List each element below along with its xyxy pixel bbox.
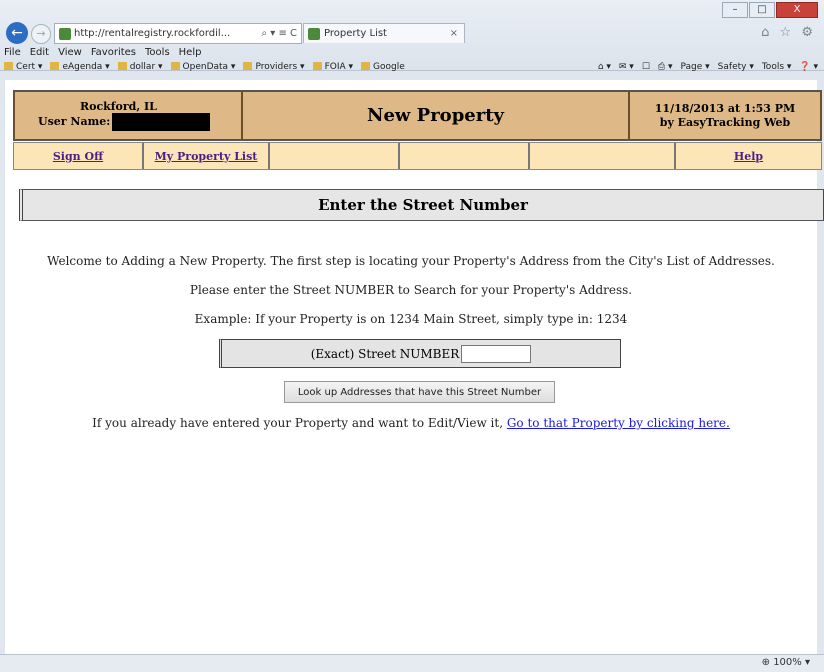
city-name: Rockford, IL (80, 100, 157, 113)
print-icon[interactable]: ⎙ ▾ (658, 62, 673, 72)
address-bar[interactable]: http://rentalregistry.rockfordil... ⌕ ▾ … (54, 23, 302, 44)
page-title-cell: New Property (242, 91, 629, 140)
forward-arrow-icon[interactable]: → (31, 24, 51, 44)
nav-cell-empty (270, 143, 400, 169)
safety-menu[interactable]: Safety ▾ (718, 62, 754, 72)
section-header: Enter the Street Number (19, 189, 824, 221)
redacted-user-name (112, 113, 211, 131)
favorite-item[interactable]: eAgenda ▾ (50, 62, 109, 72)
menu-favorites[interactable]: Favorites (91, 47, 136, 58)
tab-page-icon (308, 27, 320, 40)
provider-label: by EasyTracking Web (659, 115, 791, 129)
favorite-item[interactable]: Google (361, 62, 405, 72)
menu-help[interactable]: Help (179, 47, 202, 58)
browser-chrome: – □ X ← → http://rentalregistry.rockford… (0, 0, 824, 72)
read-mail-icon[interactable]: ☐ (642, 62, 650, 72)
back-arrow-icon[interactable]: ← (6, 22, 28, 44)
zoom-level[interactable]: ⊕ 100% ▾ (762, 657, 810, 668)
example-text: Example: If your Property is on 1234 Mai… (194, 312, 628, 326)
browser-tab[interactable]: Property List × (303, 23, 465, 43)
menu-file[interactable]: File (4, 47, 21, 58)
address-url[interactable]: http://rentalregistry.rockfordil... (74, 28, 257, 39)
minimize-button[interactable]: – (722, 2, 748, 18)
datetime: 11/18/2013 at 1:53 PM (654, 101, 796, 115)
favorite-item[interactable]: Cert ▾ (4, 62, 42, 72)
menu-tools[interactable]: Tools (145, 47, 170, 58)
menu-view[interactable]: View (58, 47, 82, 58)
tab-close-icon[interactable]: × (444, 28, 464, 39)
lookup-addresses-button[interactable]: Look up Addresses that have this Street … (284, 381, 555, 403)
section-title: Enter the Street Number (318, 196, 528, 214)
nav-bar: Sign Off My Property List Help (13, 142, 822, 170)
nav-cell-empty (400, 143, 530, 169)
window-controls: – □ X (722, 2, 818, 18)
user-name-label: User Name: (38, 115, 111, 128)
nav-cell-help: Help (676, 143, 821, 169)
command-bar: ⌂ ▾ ✉ ▾ ☐ ⎙ ▾ Page ▾ Safety ▾ Tools ▾ ❓ … (598, 62, 818, 72)
menu-bar: File Edit View Favorites Tools Help (4, 47, 201, 58)
page-title: New Property (367, 105, 504, 126)
my-property-list-link[interactable]: My Property List (155, 150, 258, 163)
page-menu[interactable]: Page ▾ (681, 62, 710, 72)
sign-off-link[interactable]: Sign Off (53, 150, 103, 163)
nav-cell-sign-off: Sign Off (14, 143, 144, 169)
favorite-item[interactable]: dollar ▾ (118, 62, 163, 72)
home-icon[interactable]: ⌂ ▾ (598, 62, 611, 72)
browser-tool-icons[interactable]: ⌂ ☆ ⚙ (761, 25, 816, 40)
go-to-property-link[interactable]: Go to that Property by clicking here. (507, 416, 730, 430)
maximize-button[interactable]: □ (749, 2, 775, 18)
close-button[interactable]: X (776, 2, 818, 18)
instruction-text: Please enter the Street NUMBER to Search… (189, 283, 633, 297)
edit-property-line: If you already have entered your Propert… (5, 416, 817, 430)
feeds-icon[interactable]: ✉ ▾ (619, 62, 634, 72)
status-bar: ⊕ 100% ▾ (0, 654, 824, 672)
tools-menu[interactable]: Tools ▾ (762, 62, 792, 72)
address-controls[interactable]: ⌕ ▾ ≡ C (257, 28, 301, 39)
nav-cell-property-list: My Property List (144, 143, 270, 169)
favorite-item[interactable]: Providers ▾ (243, 62, 304, 72)
welcome-text: Welcome to Adding a New Property. The fi… (47, 254, 775, 268)
page-icon (59, 27, 71, 40)
tab-title: Property List (324, 28, 387, 39)
datetime-cell: 11/18/2013 at 1:53 PM by EasyTracking We… (629, 91, 821, 140)
menu-edit[interactable]: Edit (30, 47, 49, 58)
favorite-item[interactable]: OpenData ▾ (171, 62, 236, 72)
street-number-label: (Exact) Street NUMBER (310, 346, 460, 361)
favorites-bar: Cert ▾ eAgenda ▾ dollar ▾ OpenData ▾ Pro… (4, 62, 405, 72)
help-link[interactable]: Help (734, 150, 763, 163)
nav-cell-empty (530, 143, 676, 169)
edit-property-text: If you already have entered your Propert… (92, 416, 507, 430)
favorite-item[interactable]: FOIA ▾ (313, 62, 353, 72)
location-cell: Rockford, IL User Name: (14, 91, 242, 140)
street-number-input[interactable] (461, 344, 532, 363)
help-icon[interactable]: ❓ ▾ (799, 62, 818, 72)
page-header: Rockford, IL User Name: New Property 11/… (13, 90, 822, 141)
street-number-form: (Exact) Street NUMBER (219, 339, 621, 368)
